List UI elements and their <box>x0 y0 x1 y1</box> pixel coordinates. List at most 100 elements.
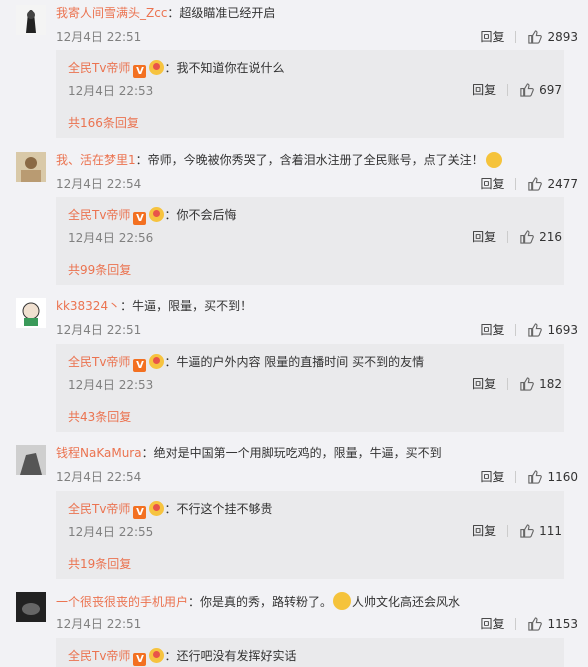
member-badge-icon <box>149 207 165 222</box>
like-count: 697 <box>539 82 562 97</box>
comment-actions: 回复 2893 <box>480 28 578 45</box>
thumbs-up-icon[interactable] <box>527 616 543 631</box>
avatar[interactable] <box>16 5 46 35</box>
reply-button[interactable]: 回复 <box>472 522 496 539</box>
comment-username[interactable]: 一个很丧很丧的手机用户 <box>56 595 188 609</box>
reply-button[interactable]: 回复 <box>480 615 504 632</box>
comment-username[interactable]: kk38324丶 <box>56 299 120 313</box>
comment-time: 12月4日 22:54 <box>56 177 142 191</box>
reply-box: 全民Tv帝师 V ：你不会后悔 12月4日 22:56 回复 216 共99条回复 <box>56 197 564 285</box>
like-count: 1693 <box>547 322 578 337</box>
reply-button[interactable]: 回复 <box>472 228 496 245</box>
avatar[interactable] <box>16 445 46 475</box>
reply-body: ：你不会后悔 <box>164 208 237 222</box>
avatar[interactable] <box>16 298 46 328</box>
reply-username[interactable]: 全民Tv帝师 <box>68 61 130 75</box>
like-count: 2893 <box>547 29 578 44</box>
reply-body: ：我不知道你在说什么 <box>164 61 285 75</box>
comment-text: 我、活在梦里1：帝师，今晚被你秀哭了，含着泪水注册了全民账号，点了关注！ <box>56 152 580 168</box>
comment-time: 12月4日 22:51 <box>56 617 142 631</box>
member-badge-icon <box>149 60 165 75</box>
reply-button[interactable]: 回复 <box>480 468 504 485</box>
reply-body: ：不行这个挂不够贵 <box>164 502 273 516</box>
like-count: 111 <box>539 523 562 538</box>
reply-box: 全民Tv帝师 V ：不行这个挂不够贵 12月4日 22:55 回复 111 共19条… <box>56 491 564 579</box>
reply-username[interactable]: 全民Tv帝师 <box>68 355 130 369</box>
comment-text: 钱程NaKaMura：绝对是中国第一个用脚玩吃鸡的，限量，牛逼，买不到 <box>56 445 580 461</box>
reply-button[interactable]: 回复 <box>480 175 504 192</box>
comment-time: 12月4日 22:54 <box>56 470 142 484</box>
member-badge-icon <box>149 501 165 516</box>
like-count: 2477 <box>547 176 578 191</box>
reply-username[interactable]: 全民Tv帝师 <box>68 502 130 516</box>
comment-body-continued: 人帅文化高还会风水 <box>352 595 461 609</box>
crying-emoji-icon <box>485 152 502 168</box>
comment-username[interactable]: 我、活在梦里1 <box>56 153 136 167</box>
comment-body: ：你是真的秀，路转粉了。 <box>188 595 333 609</box>
view-more-replies-link[interactable]: 共19条回复 <box>68 555 131 572</box>
divider <box>507 83 509 96</box>
reply-body: ：还行吧没有发挥好实话 <box>164 649 297 663</box>
divider <box>515 617 517 630</box>
comment-body: ：超级瞄准已经开启 <box>167 6 276 20</box>
verified-badge-icon: V <box>133 359 147 372</box>
reply-username[interactable]: 全民Tv帝师 <box>68 649 130 663</box>
comment-text: 我寄人间雪满头_Zcc：超级瞄准已经开启 <box>56 5 580 21</box>
view-more-replies-link[interactable]: 共166条回复 <box>68 114 139 131</box>
comment-text: kk38324丶：牛逼，限量，买不到！ <box>56 298 580 314</box>
view-more-replies-link[interactable]: 共43条回复 <box>68 408 131 425</box>
reply-time: 12月4日 22:53 <box>68 84 154 98</box>
reply-box: 全民Tv帝师 V ：我不知道你在说什么 12月4日 22:53 回复 697 共16… <box>56 50 564 138</box>
like-count: 216 <box>539 229 562 244</box>
reply-actions: 回复 182 <box>472 375 564 392</box>
comment-body: ：牛逼，限量，买不到！ <box>120 299 253 313</box>
comment-username[interactable]: 钱程NaKaMura <box>56 446 142 460</box>
reply-button[interactable]: 回复 <box>480 321 504 338</box>
comment-text: 一个很丧很丧的手机用户：你是真的秀，路转粉了。 人帅文化高还会风水 <box>56 592 580 610</box>
reply-box: 全民Tv帝师 V ：牛逼的户外内容 限量的直播时间 买不到的友情 12月4日 22:… <box>56 344 564 432</box>
reply-button[interactable]: 回复 <box>480 28 504 45</box>
divider <box>515 30 517 43</box>
thumbs-up-icon[interactable] <box>527 176 543 191</box>
reply-username[interactable]: 全民Tv帝师 <box>68 208 130 222</box>
divider <box>515 177 517 190</box>
comment-actions: 回复 2477 <box>480 175 578 192</box>
avatar[interactable] <box>16 152 46 182</box>
comment-body: ：绝对是中国第一个用脚玩吃鸡的，限量，牛逼，买不到 <box>141 446 442 460</box>
like-count: 182 <box>539 376 562 391</box>
comment-actions: 回复 1693 <box>480 321 578 338</box>
reply-box: 全民Tv帝师 V ：还行吧没有发挥好实话 <box>56 638 564 667</box>
verified-badge-icon: V <box>133 212 147 225</box>
comment-username[interactable]: 我寄人间雪满头_Zcc <box>56 6 167 20</box>
comment-time: 12月4日 22:51 <box>56 323 142 337</box>
comment-time: 12月4日 22:51 <box>56 30 142 44</box>
reply-time: 12月4日 22:53 <box>68 378 154 392</box>
reply-time: 12月4日 22:56 <box>68 231 154 245</box>
thumbs-up-icon[interactable] <box>519 376 534 391</box>
verified-badge-icon: V <box>133 65 147 78</box>
thumbs-up-icon[interactable] <box>527 322 543 337</box>
divider <box>507 377 509 390</box>
divider <box>507 230 509 243</box>
reply-actions: 回复 216 <box>472 228 564 245</box>
thumbs-up-icon[interactable] <box>527 469 543 484</box>
divider <box>515 323 517 336</box>
comment-actions: 回复 1153 <box>480 615 578 632</box>
reply-time: 12月4日 22:55 <box>68 525 154 539</box>
thumbs-up-icon[interactable] <box>519 229 534 244</box>
reply-button[interactable]: 回复 <box>472 81 496 98</box>
reply-actions: 回复 697 <box>472 81 564 98</box>
comment-actions: 回复 1160 <box>480 468 578 485</box>
reply-actions: 回复 111 <box>472 522 564 539</box>
reply-button[interactable]: 回复 <box>472 375 496 392</box>
divider <box>507 524 509 537</box>
verified-badge-icon: V <box>133 653 147 666</box>
view-more-replies-link[interactable]: 共99条回复 <box>68 261 131 278</box>
thumbs-up-icon[interactable] <box>527 29 543 44</box>
reply-body: ：牛逼的户外内容 限量的直播时间 买不到的友情 <box>164 355 425 369</box>
thumbs-up-icon[interactable] <box>519 82 534 97</box>
thumbs-up-icon[interactable] <box>519 523 534 538</box>
emoji-icon <box>333 592 352 610</box>
avatar[interactable] <box>16 592 46 622</box>
divider <box>515 470 517 483</box>
